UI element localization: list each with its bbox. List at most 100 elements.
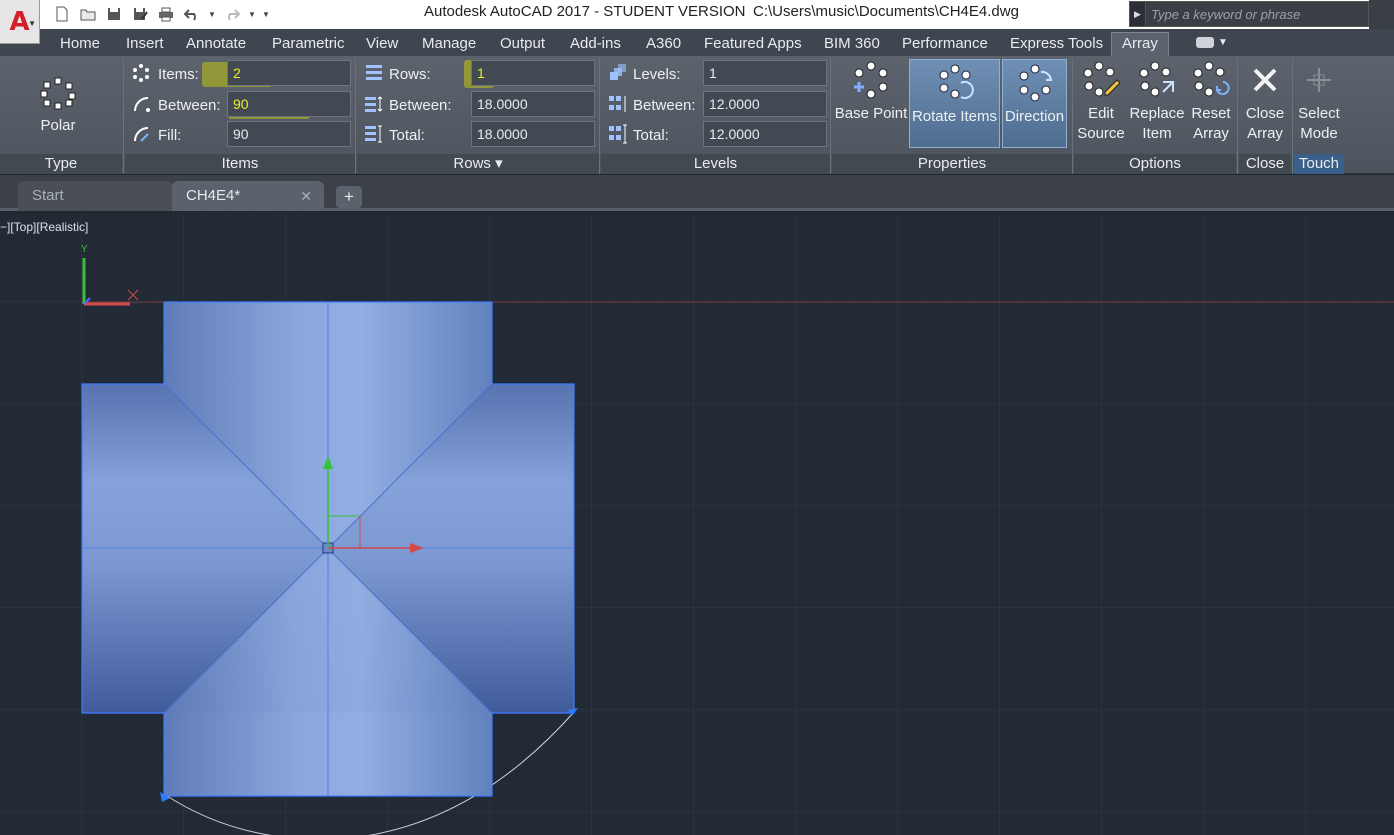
fill-angle-input[interactable] [227, 121, 351, 147]
file-tab-ch4e4-label: CH4E4* [186, 187, 241, 204]
file-tab-start-label: Start [32, 187, 64, 204]
reset-array-label-2: Array [1193, 125, 1229, 142]
levels-count-input[interactable] [703, 60, 827, 86]
tab-performance[interactable]: Performance [902, 33, 988, 56]
ribbon-display-toggle[interactable]: ▼ [1196, 34, 1230, 50]
minimize-ribbon-icon [1196, 36, 1214, 48]
base-point-label: Base Point [834, 105, 908, 122]
levels-panel-title: Levels [601, 154, 830, 174]
tab-featured-apps[interactable]: Featured Apps [704, 33, 802, 56]
type-panel-title: Type [0, 154, 122, 174]
ribbon-tab-bar: Home Insert Annotate Parametric View Man… [0, 29, 1394, 56]
edit-source-icon [1083, 61, 1121, 97]
drawing-area[interactable]: Y −][Top][Realistic] [0, 214, 1394, 835]
rows-panel-expand-icon[interactable]: ▾ [495, 155, 503, 172]
close-array-button[interactable]: Close Array [1242, 60, 1288, 144]
close-x-icon [1253, 68, 1277, 92]
tab-annotate[interactable]: Annotate [186, 33, 246, 56]
search-edge [1369, 0, 1394, 29]
save-as-icon[interactable] [128, 3, 152, 25]
close-array-label-1: Close [1245, 105, 1285, 122]
close-tab-icon[interactable]: ✕ [300, 181, 312, 211]
application-menu-button[interactable]: A ▼ [0, 0, 40, 44]
redo-icon[interactable] [220, 3, 244, 25]
levels-total-input[interactable] [703, 121, 827, 147]
file-tab-start[interactable]: Start [18, 181, 173, 211]
search-box[interactable]: ▶ [1129, 1, 1369, 27]
tab-home[interactable]: Home [60, 33, 100, 56]
reset-array-icon [1193, 61, 1230, 97]
rows-between-input[interactable] [471, 91, 595, 117]
model-space[interactable]: Y [0, 214, 1394, 835]
items-label: Items: [158, 66, 199, 83]
tab-manage[interactable]: Manage [422, 33, 476, 56]
plot-icon[interactable] [154, 3, 178, 25]
window-title: Autodesk AutoCAD 2017 - STUDENT VERSION [424, 3, 746, 20]
replace-item-button[interactable]: Replace Item [1128, 60, 1186, 144]
base-point-button[interactable]: Base Point [834, 60, 908, 148]
edit-source-button[interactable]: Edit Source [1076, 60, 1126, 144]
panel-divider [830, 58, 831, 174]
replace-item-label-1: Replace [1129, 105, 1185, 122]
options-panel-title: Options [1074, 154, 1236, 174]
search-input[interactable] [1146, 6, 1366, 22]
tab-output[interactable]: Output [500, 33, 545, 56]
undo-dropdown-icon[interactable]: ▼ [206, 3, 218, 25]
new-file-icon[interactable] [50, 3, 74, 25]
new-tab-button[interactable]: + [336, 186, 362, 208]
rows-icon [366, 65, 382, 80]
autocad-logo: A [9, 6, 30, 37]
panel-divider [1072, 58, 1073, 174]
tab-insert[interactable]: Insert [126, 33, 164, 56]
replace-item-label-2: Item [1142, 125, 1172, 142]
panel-divider [1237, 58, 1238, 174]
tab-add-ins[interactable]: Add-ins [570, 33, 621, 56]
panel-divider [355, 58, 356, 174]
undo-icon[interactable] [180, 3, 204, 25]
polar-button[interactable]: Polar [22, 74, 94, 136]
items-count-input[interactable] [227, 60, 351, 86]
reset-array-button[interactable]: Reset Array [1188, 60, 1234, 144]
direction-button[interactable]: Direction [1002, 59, 1067, 148]
tab-bim-360[interactable]: BIM 360 [824, 33, 880, 56]
open-folder-icon[interactable] [76, 3, 100, 25]
rows-count-input[interactable] [471, 60, 595, 86]
rows-between-label: Between: [389, 97, 452, 114]
customize-toolbar-icon[interactable]: ▼ [260, 3, 272, 25]
file-tab-ch4e4[interactable]: CH4E4* ✕ [172, 181, 324, 211]
levels-between-input[interactable] [703, 91, 827, 117]
levels-icon [610, 64, 626, 80]
tab-a360[interactable]: A360 [646, 33, 681, 56]
file-path: C:\Users\music\Documents\CH4E4.dwg [753, 3, 1019, 20]
level-spacing-icon [609, 96, 626, 112]
crosshair-icon [1307, 68, 1331, 92]
levels-between-label: Between: [633, 97, 696, 114]
tab-express-tools[interactable]: Express Tools [1010, 33, 1103, 56]
search-expand-icon[interactable]: ▶ [1130, 2, 1146, 26]
select-mode-button[interactable]: Select Mode [1296, 60, 1342, 144]
touch-panel-title: Touch [1294, 154, 1344, 174]
redo-dropdown-icon[interactable]: ▼ [246, 3, 258, 25]
replace-item-icon [1139, 61, 1174, 97]
levels-total-label: Total: [633, 127, 669, 144]
tab-array[interactable]: Array [1111, 32, 1169, 56]
rows-total-label: Total: [389, 127, 425, 144]
tab-view[interactable]: View [366, 33, 398, 56]
rows-label: Rows: [389, 66, 431, 83]
tab-parametric[interactable]: Parametric [272, 33, 345, 56]
levels-label: Levels: [633, 66, 681, 83]
items-between-input[interactable] [227, 91, 351, 117]
rotate-items-button[interactable]: Rotate Items [909, 59, 1000, 148]
edit-source-label-1: Edit [1088, 105, 1114, 122]
reset-array-label-1: Reset [1191, 105, 1231, 122]
rows-total-input[interactable] [471, 121, 595, 147]
save-icon[interactable] [102, 3, 126, 25]
rows-panel-title[interactable]: Rows ▾ [357, 154, 599, 174]
rotate-items-icon [939, 64, 974, 99]
level-total-icon [609, 124, 627, 144]
close-array-label-2: Array [1247, 125, 1283, 142]
chevron-down-icon: ▼ [28, 19, 36, 28]
rows-panel-title-text: Rows [453, 155, 491, 172]
fill-angle-icon [134, 127, 149, 142]
viewport-controls[interactable]: −][Top][Realistic] [0, 220, 88, 234]
